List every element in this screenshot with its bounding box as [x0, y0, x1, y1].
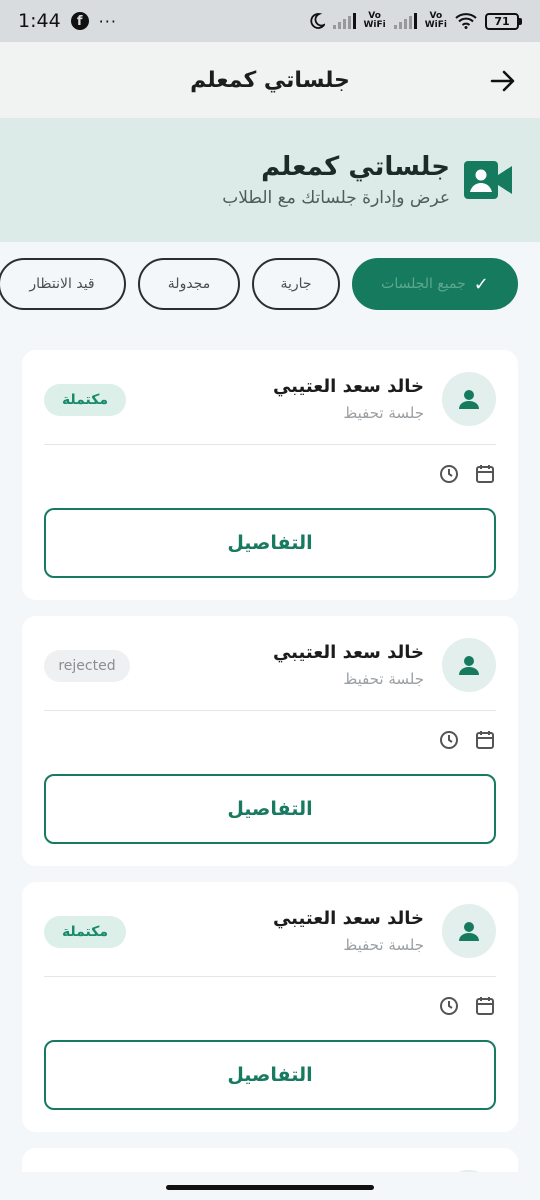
details-button[interactable]: التفاصيل	[44, 774, 496, 844]
hero-text: جلساتي كمعلم عرض وإدارة جلساتك مع الطلاب	[222, 152, 450, 208]
status-badge: مكتملة	[44, 384, 126, 416]
person-icon	[459, 656, 479, 675]
avatar	[442, 372, 496, 426]
session-type: جلسة تحفيظ	[343, 670, 424, 688]
battery-tip	[519, 17, 522, 25]
status-left: 1:44 f ···	[18, 10, 117, 32]
session-card: خالد سعد العتيبي جلسة تحفيظ مكتملة التفا…	[22, 350, 518, 600]
session-card: خالد سعد العتيبي جلسة تحفيظ مكتملة التفا…	[22, 882, 518, 1132]
signal-icon-2	[393, 13, 417, 29]
filter-chips: ✓ جميع الجلسات جارية مجدولة قيد الانتظار	[0, 258, 518, 310]
details-button[interactable]: التفاصيل	[44, 508, 496, 578]
details-button[interactable]: التفاصيل	[44, 1040, 496, 1110]
filter-chip-label: قيد الانتظار	[29, 276, 95, 292]
session-meta	[438, 463, 496, 485]
calendar-icon	[474, 995, 496, 1017]
signal-icon	[332, 13, 356, 29]
session-card: خالد سعد العتيبي جلسة تحفيظ rejected الت…	[22, 616, 518, 866]
session-meta	[438, 995, 496, 1017]
hero-subtitle: عرض وإدارة جلساتك مع الطلاب	[222, 188, 450, 208]
status-badge: rejected	[44, 650, 130, 682]
session-type: جلسة تحفيظ	[343, 936, 424, 954]
divider	[44, 710, 496, 711]
student-name: خالد سعد العتيبي	[272, 376, 424, 397]
status-right: Vo WiFi Vo WiFi 71	[309, 11, 522, 30]
calendar-icon	[474, 463, 496, 485]
app-bar-title: جلساتي كمعلم	[190, 67, 350, 93]
filter-chip-scheduled[interactable]: مجدولة	[138, 258, 240, 310]
more-notifications-icon: ···	[98, 11, 117, 31]
check-icon: ✓	[473, 273, 489, 295]
home-indicator[interactable]	[166, 1185, 374, 1190]
hero-title: جلساتي كمعلم	[261, 152, 450, 182]
app-bar: جلساتي كمعلم	[0, 42, 540, 118]
navigation-bar	[0, 1172, 540, 1200]
vowifi-icon-2: Vo WiFi	[424, 11, 447, 30]
clock-icon	[438, 995, 460, 1017]
student-name: خالد سعد العتيبي	[272, 642, 424, 663]
filter-chip-label: جميع الجلسات	[381, 276, 466, 292]
clock-icon	[438, 463, 460, 485]
session-meta	[438, 729, 496, 751]
filter-chip-all[interactable]: ✓ جميع الجلسات	[352, 258, 518, 310]
hero-banner: جلساتي كمعلم عرض وإدارة جلساتك مع الطلاب	[0, 118, 540, 242]
battery-level: 71	[485, 12, 519, 30]
avatar	[442, 904, 496, 958]
person-icon	[459, 390, 479, 409]
wifi-icon	[455, 13, 477, 29]
clock-icon	[438, 729, 460, 751]
session-type: جلسة تحفيظ	[343, 404, 424, 422]
filter-chip-label: مجدولة	[167, 276, 211, 292]
do-not-disturb-icon	[309, 13, 325, 29]
divider	[44, 444, 496, 445]
filter-chip-pending[interactable]: قيد الانتظار	[0, 258, 126, 310]
avatar	[442, 638, 496, 692]
vowifi-icon: Vo WiFi	[363, 11, 386, 30]
calendar-icon	[474, 729, 496, 751]
person-icon	[459, 922, 479, 941]
divider	[44, 976, 496, 977]
status-badge: مكتملة	[44, 916, 126, 948]
back-button[interactable]	[488, 66, 518, 96]
arrow-right-icon	[490, 70, 515, 92]
status-bar: 1:44 f ··· Vo WiFi Vo WiFi 71	[0, 0, 540, 42]
video-camera-icon	[464, 159, 512, 201]
student-name: خالد سعد العتيبي	[272, 908, 424, 929]
filter-chip-ongoing[interactable]: جارية	[252, 258, 340, 310]
battery-icon: 71	[485, 12, 522, 30]
facebook-icon: f	[70, 12, 89, 30]
clock: 1:44	[18, 10, 61, 32]
filter-chip-label: جارية	[280, 276, 312, 292]
